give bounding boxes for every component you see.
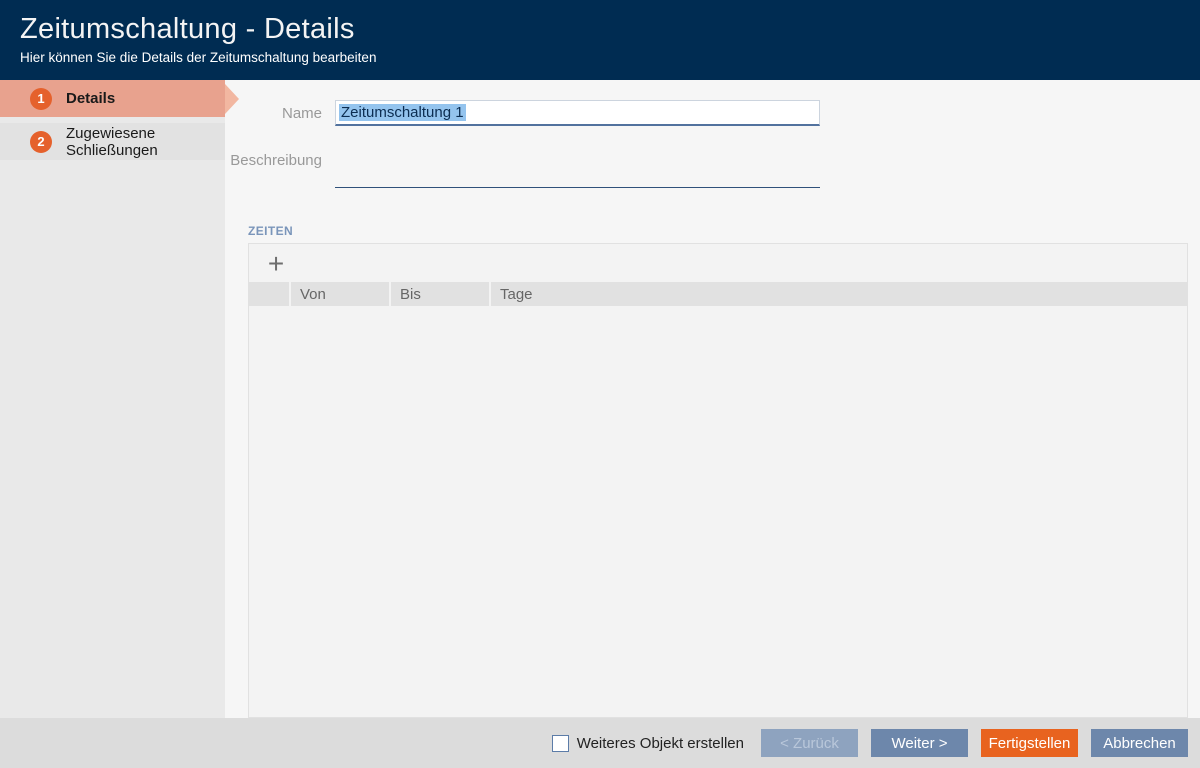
step-1-number-icon: 1 — [30, 88, 52, 110]
times-column-von: Von — [291, 282, 389, 306]
dialog-header: Zeitumschaltung - Details Hier können Si… — [0, 0, 1200, 80]
times-section-title: ZEITEN — [248, 224, 293, 238]
create-another-label: Weiteres Objekt erstellen — [577, 735, 744, 752]
times-column-tage: Tage — [491, 282, 1187, 306]
times-table-header: Von Bis Tage — [249, 282, 1187, 306]
create-another-checkbox[interactable] — [552, 735, 569, 752]
wizard-step-zugewiesene-schliessungen[interactable]: 2 Zugewiesene Schließungen — [0, 123, 225, 160]
step-2-number-icon: 2 — [30, 131, 52, 153]
name-input-selected-text: Zeitumschaltung 1 — [339, 104, 466, 121]
next-button[interactable]: Weiter > — [871, 729, 968, 757]
create-another-group: Weiteres Objekt erstellen — [552, 735, 744, 752]
times-column-selector — [249, 282, 289, 306]
finish-button[interactable]: Fertigstellen — [981, 729, 1078, 757]
add-time-button[interactable]: + — [261, 249, 291, 279]
step-1-label: Details — [66, 90, 115, 107]
times-column-bis: Bis — [391, 282, 489, 306]
details-form-area: Name Zeitumschaltung 1 Beschreibung ZEIT… — [225, 80, 1200, 718]
page-subtitle: Hier können Sie die Details der Zeitumsc… — [20, 50, 1200, 65]
wizard-step-details[interactable]: 1 Details — [0, 80, 225, 117]
wizard-step-sidebar: 1 Details 2 Zugewiesene Schließungen — [0, 80, 225, 718]
description-input[interactable] — [335, 143, 820, 188]
name-input[interactable]: Zeitumschaltung 1 — [335, 100, 820, 126]
dialog-button-bar: Weiteres Objekt erstellen < Zurück Weite… — [0, 718, 1200, 768]
step-2-label: Zugewiesene Schließungen — [66, 125, 225, 159]
page-title: Zeitumschaltung - Details — [20, 13, 1200, 46]
cancel-button[interactable]: Abbrechen — [1091, 729, 1188, 757]
times-table-panel: + Von Bis Tage — [248, 243, 1188, 718]
back-button[interactable]: < Zurück — [761, 729, 858, 757]
name-label: Name — [225, 105, 335, 122]
description-label: Beschreibung — [225, 143, 335, 188]
